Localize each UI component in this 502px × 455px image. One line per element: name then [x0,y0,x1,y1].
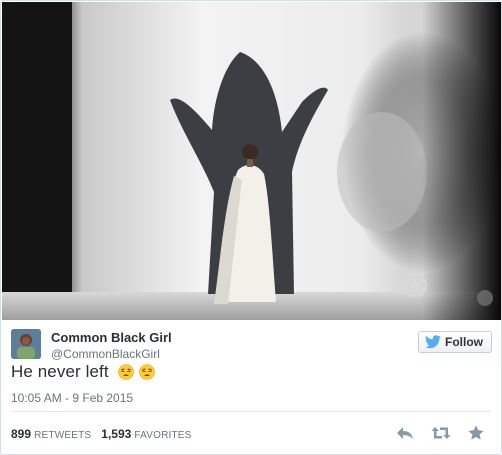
favorite-icon[interactable] [467,424,487,442]
tweet-stats: 899 RETWEETS 1,593 FAVORITES [11,427,192,441]
screen-name[interactable]: @CommonBlackGirl [51,347,160,361]
tweet-media-photo[interactable] [2,2,501,320]
retweets-stat[interactable]: 899 RETWEETS [11,427,91,441]
favorites-count: 1,593 [101,427,132,441]
favorites-label: FAVORITES [134,430,192,441]
avatar[interactable] [11,329,41,359]
weary-face-emoji [139,364,156,380]
retweet-icon[interactable] [431,424,451,442]
retweets-count: 899 [11,427,32,441]
stage-photo [2,2,501,320]
tweet-text: He never left [11,362,156,385]
embedded-tweet: Common Black Girl @CommonBlackGirl Follo… [0,0,502,455]
favorites-stat[interactable]: 1,593 FAVORITES [101,427,191,441]
divider [11,411,491,412]
tweet-header: Common Black Girl @CommonBlackGirl Follo… [11,329,493,365]
follow-label: Follow [445,335,483,349]
tweet-actions [395,424,487,442]
tweet-body: He never left [11,362,109,381]
emoji-group [117,364,157,385]
twitter-bird-icon [425,335,441,349]
follow-button[interactable]: Follow [418,331,492,353]
display-name[interactable]: Common Black Girl [51,330,172,345]
retweets-label: RETWEETS [34,430,92,441]
reply-icon[interactable] [395,424,415,442]
weary-face-emoji [117,364,134,380]
tweet-timestamp[interactable]: 10:05 AM - 9 Feb 2015 [11,391,133,405]
